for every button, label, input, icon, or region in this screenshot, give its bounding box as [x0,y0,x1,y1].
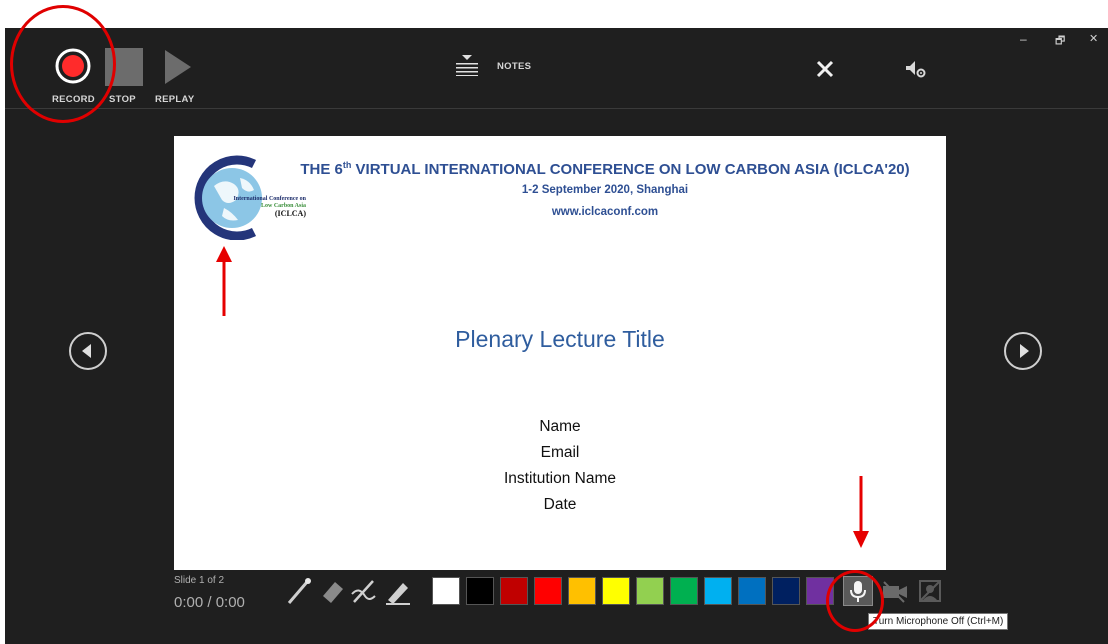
annotation-arrow-logo [216,246,232,316]
conference-website: www.iclcaconf.com [551,206,659,218]
detail-date: Date [543,496,577,513]
annotation-circle-microphone [826,570,884,632]
eraser-icon [323,582,343,603]
annotation-arrow-microphone [853,476,869,548]
pen-color-dark-red[interactable] [500,577,528,605]
conference-title: THE 6th VIRTUAL INTERNATIONAL CONFERENCE… [300,160,910,178]
speaker-settings-icon [906,61,926,78]
camera-preview-off-icon [919,580,941,602]
camera-preview-toggle-button[interactable] [917,578,943,604]
detail-name: Name [539,418,581,435]
eraser-button[interactable] [319,576,347,611]
pen-color-red[interactable] [534,577,562,605]
replay-button[interactable] [161,48,195,86]
camera-off-icon [883,581,907,603]
restore-button[interactable]: 🗗 [1055,32,1065,51]
pen-icon [351,580,376,603]
notes-icon [456,55,478,76]
notes-button[interactable]: NOTES [455,54,545,76]
conference-date: 1-2 September 2020, Shanghai [521,184,689,196]
audio-settings-button[interactable] [905,59,927,79]
arrow-down-icon [853,476,869,548]
recording-window: RECORD STOP REPLAY NOTES – 🗗 ✕ Internati… [5,28,1108,644]
annotation-circle-record [10,5,116,123]
slide-counter: Slide 1 of 2 [174,575,225,586]
pen-color-dark-blue[interactable] [772,577,800,605]
next-slide-button[interactable] [1004,332,1042,370]
slide-preview: International Conference on Low Carbon A… [174,136,946,570]
laser-pointer-icon [287,578,311,604]
previous-slide-button[interactable] [69,332,107,370]
laser-pointer-button[interactable] [285,576,313,611]
highlighter-icon [386,583,410,605]
replay-label: REPLAY [155,94,195,105]
close-window-button[interactable]: ✕ [1089,32,1098,45]
detail-institution: Institution Name [504,470,616,487]
pen-color-blue[interactable] [738,577,766,605]
close-icon [816,60,834,78]
pen-color-black[interactable] [466,577,494,605]
pen-color-light-blue[interactable] [704,577,732,605]
close-recording-button[interactable] [816,60,834,78]
lecture-title: Plenary Lecture Title [455,326,665,352]
play-icon [165,50,191,84]
pen-color-yellow[interactable] [602,577,630,605]
recording-timer: 0:00 / 0:00 [174,594,245,611]
detail-email: Email [540,444,580,461]
toolbar-divider [5,108,1108,109]
highlighter-button[interactable] [383,576,413,611]
chevron-right-icon [1020,344,1029,358]
stop-label: STOP [109,94,136,105]
chevron-left-icon [82,344,91,358]
pen-color-white[interactable] [432,577,460,605]
pen-color-orange[interactable] [568,577,596,605]
microphone-tooltip: Turn Microphone Off (Ctrl+M) [868,613,1009,630]
pen-color-green[interactable] [670,577,698,605]
minimize-button[interactable]: – [1020,32,1027,46]
arrow-up-icon [216,246,232,316]
camera-toggle-button[interactable] [880,578,910,604]
pen-button[interactable] [349,576,379,611]
notes-label: NOTES [497,61,532,72]
pen-color-light-green[interactable] [636,577,664,605]
